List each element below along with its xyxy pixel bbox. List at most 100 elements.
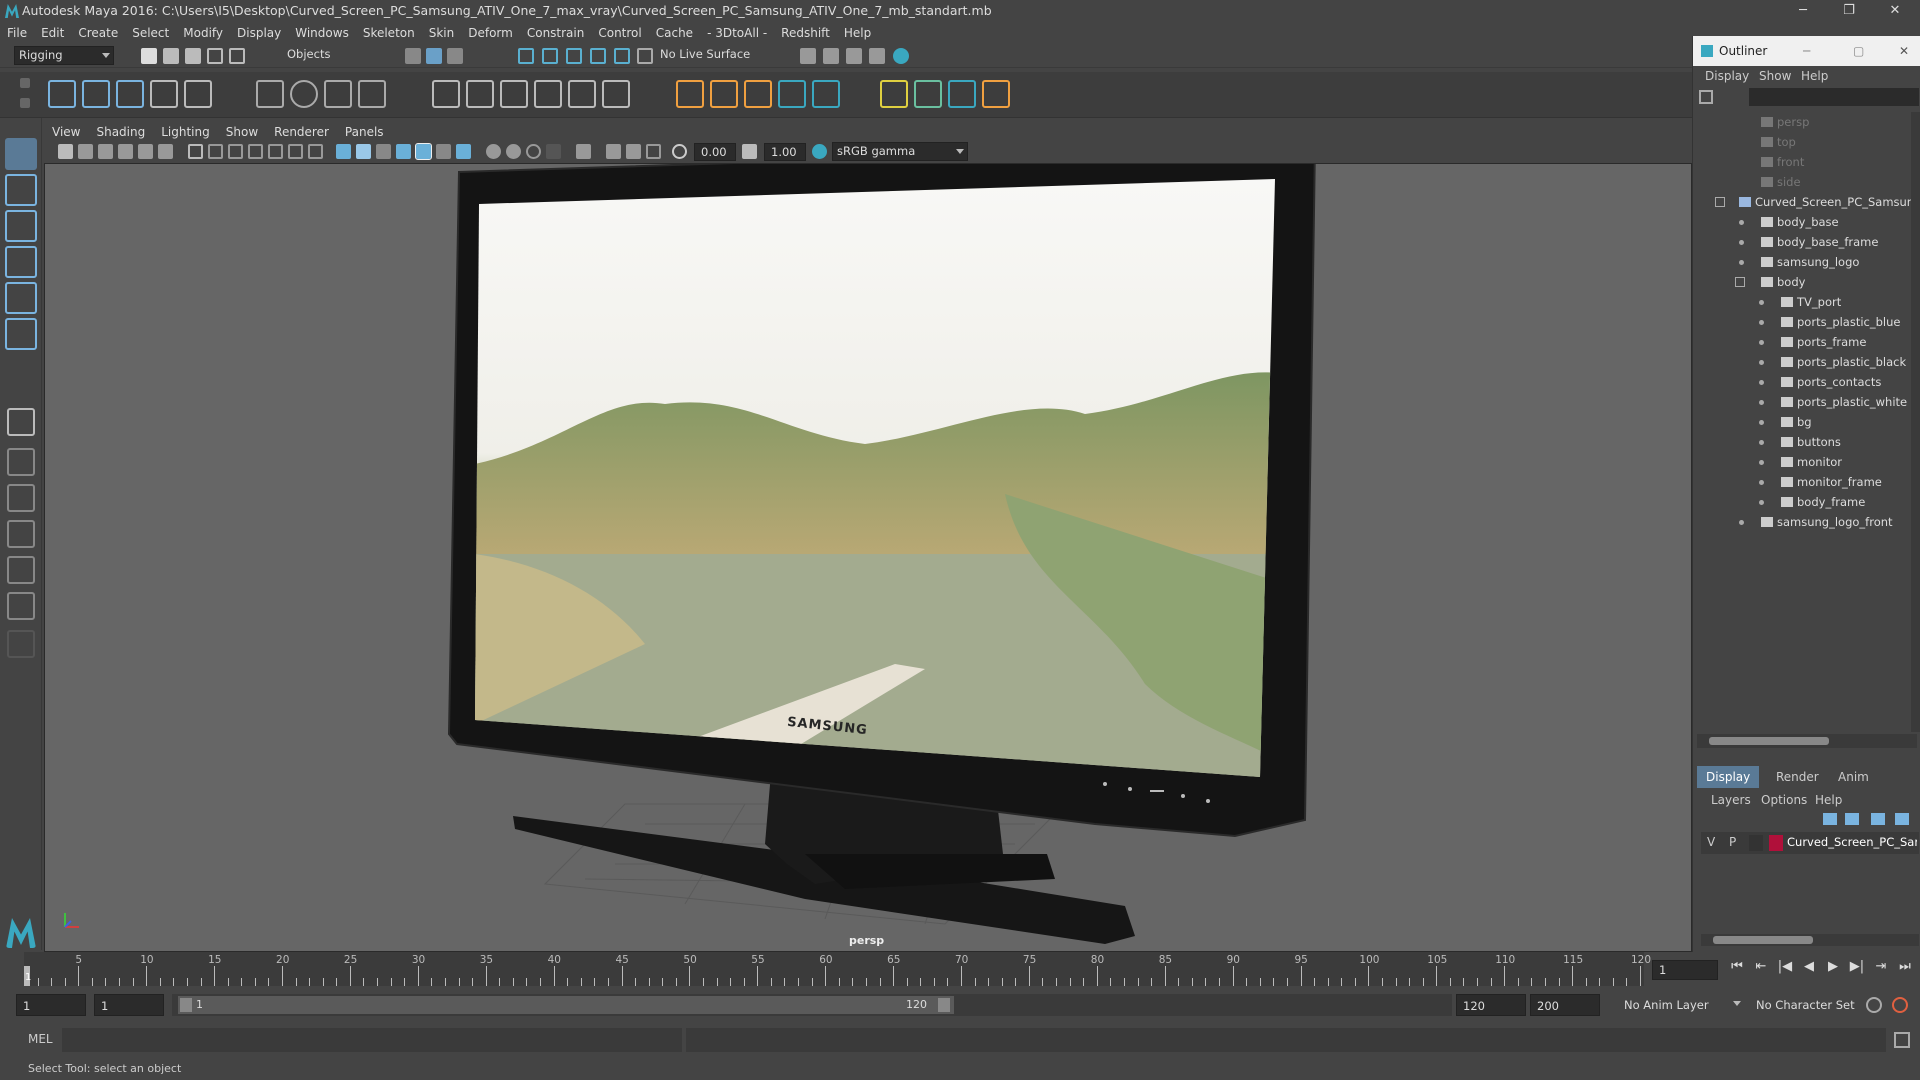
- grid-icon[interactable]: [188, 144, 203, 159]
- gate-mask-icon[interactable]: [248, 144, 263, 159]
- snap-view-icon[interactable]: [590, 48, 606, 64]
- outliner-item[interactable]: persp: [1701, 112, 1909, 132]
- single-perspective-layout-icon[interactable]: [7, 408, 35, 436]
- outliner-item[interactable]: ports_plastic_white: [1701, 392, 1909, 412]
- cluster-handle-icon[interactable]: [710, 80, 738, 108]
- layers-menu-options[interactable]: Options: [1761, 790, 1807, 810]
- snap-point-icon[interactable]: [566, 48, 582, 64]
- outliner-close-button[interactable]: ✕: [1899, 36, 1909, 66]
- go-to-start-button[interactable]: ⏮: [1728, 958, 1746, 976]
- wire-deformer-icon[interactable]: [982, 80, 1010, 108]
- step-back-key-button[interactable]: ⇤: [1752, 958, 1770, 976]
- start-time-field[interactable]: 1: [16, 994, 86, 1016]
- collapse-toggle-icon[interactable]: [1735, 277, 1745, 287]
- resolution-gate-icon[interactable]: [228, 144, 243, 159]
- outliner-item[interactable]: Curved_Screen_PC_Samsung_: [1701, 192, 1920, 212]
- outliner-menu-help[interactable]: Help: [1801, 66, 1828, 86]
- step-back-frame-button[interactable]: |◀: [1776, 958, 1794, 976]
- layer-move-down-icon[interactable]: [1845, 813, 1859, 825]
- snap-grid-icon[interactable]: [518, 48, 534, 64]
- shelf-settings-icon[interactable]: [20, 98, 30, 108]
- menu-select[interactable]: Select: [125, 22, 176, 44]
- outliner-item[interactable]: ports_plastic_blue: [1701, 312, 1909, 332]
- backface-culling-icon[interactable]: [646, 144, 661, 159]
- snap-curve-icon[interactable]: [542, 48, 558, 64]
- maya-shelf-logo-icon[interactable]: [948, 80, 976, 108]
- collapse-toggle-icon[interactable]: [1715, 197, 1725, 207]
- orient-constraint-icon[interactable]: [500, 80, 528, 108]
- move-tool-icon[interactable]: [5, 246, 37, 278]
- select-tool-icon[interactable]: [5, 138, 37, 170]
- exposure-field[interactable]: 0.00: [694, 143, 736, 161]
- render-frame-icon[interactable]: [823, 48, 839, 64]
- lattice-icon[interactable]: [324, 80, 352, 108]
- menu-deform[interactable]: Deform: [461, 22, 520, 44]
- parent-constraint-icon[interactable]: [568, 80, 596, 108]
- playback-end-field[interactable]: 120: [1456, 994, 1526, 1016]
- tab-display[interactable]: Display: [1697, 766, 1760, 788]
- outliner-item[interactable]: samsung_logo_front: [1701, 512, 1909, 532]
- outliner-filter-icon[interactable]: [1699, 90, 1713, 104]
- maximize-button[interactable]: ❐: [1826, 0, 1872, 22]
- outliner-item[interactable]: body: [1701, 272, 1909, 292]
- animation-preferences-icon[interactable]: [1892, 997, 1908, 1013]
- layer-display-type-toggle[interactable]: [1749, 835, 1763, 851]
- tab-render[interactable]: Render: [1767, 766, 1828, 788]
- current-frame-field[interactable]: 1: [1652, 960, 1718, 980]
- layer-move-up-icon[interactable]: [1823, 813, 1837, 825]
- outliner-item[interactable]: bg: [1701, 412, 1909, 432]
- panel-menu-show[interactable]: Show: [218, 122, 266, 142]
- paint-select-tool-icon[interactable]: [5, 210, 37, 242]
- magnet-icon[interactable]: [637, 48, 653, 64]
- select-hierarchy-icon[interactable]: [405, 48, 421, 64]
- panel-menu-shading[interactable]: Shading: [88, 122, 153, 142]
- menu-file[interactable]: File: [0, 22, 34, 44]
- hik-character-icon[interactable]: [778, 80, 806, 108]
- outliner-item[interactable]: body_base: [1701, 212, 1909, 232]
- save-scene-icon[interactable]: [185, 48, 201, 64]
- mirror-joint-icon[interactable]: [150, 80, 178, 108]
- outliner-item[interactable]: monitor_frame: [1701, 472, 1909, 492]
- new-layer-selected-icon[interactable]: [1895, 813, 1909, 825]
- layout-menu-icon[interactable]: [7, 630, 35, 658]
- render-view-icon[interactable]: [869, 48, 885, 64]
- screen-space-ao-icon[interactable]: [456, 144, 471, 159]
- textured-icon[interactable]: [396, 144, 411, 159]
- aim-constraint-icon[interactable]: [466, 80, 494, 108]
- bookmarks-icon[interactable]: [98, 144, 113, 159]
- cluster-icon[interactable]: [358, 80, 386, 108]
- scale-constraint-icon[interactable]: [534, 80, 562, 108]
- live-surface-field[interactable]: No Live Surface: [656, 46, 766, 65]
- persp-trax-layout-icon[interactable]: [7, 592, 35, 620]
- ik-spline-icon[interactable]: [116, 80, 144, 108]
- outliner-item[interactable]: ports_contacts: [1701, 372, 1909, 392]
- layer-color-swatch[interactable]: [1769, 835, 1783, 851]
- scale-tool-icon[interactable]: [5, 318, 37, 350]
- color-management-icon[interactable]: [812, 144, 827, 159]
- menu-create[interactable]: Create: [71, 22, 125, 44]
- wireframe-on-shaded-icon[interactable]: [376, 144, 391, 159]
- new-layer-icon[interactable]: [1871, 813, 1885, 825]
- field-chart-icon[interactable]: [268, 144, 283, 159]
- safe-title-icon[interactable]: [308, 144, 323, 159]
- outliner-scroll-thumb[interactable]: [1709, 737, 1829, 745]
- xray-joints-icon[interactable]: [606, 144, 621, 159]
- layer-playback-toggle[interactable]: P: [1729, 835, 1736, 849]
- playback-start-field[interactable]: 1: [94, 994, 164, 1016]
- menu-control[interactable]: Control: [591, 22, 648, 44]
- range-bar[interactable]: 1 120: [178, 996, 954, 1014]
- outliner-item[interactable]: ports_frame: [1701, 332, 1909, 352]
- range-track[interactable]: 1 120: [172, 994, 1452, 1016]
- outliner-item[interactable]: top: [1701, 132, 1909, 152]
- outliner-item[interactable]: body_frame: [1701, 492, 1909, 512]
- panel-menu-panels[interactable]: Panels: [337, 122, 392, 142]
- mode-selector[interactable]: Rigging: [14, 46, 114, 65]
- locator-icon[interactable]: [676, 80, 704, 108]
- outliner-menu-show[interactable]: Show: [1759, 66, 1791, 86]
- menu-modify[interactable]: Modify: [176, 22, 230, 44]
- layer-horizontal-scrollbar[interactable]: [1701, 934, 1919, 946]
- blend-shape-icon[interactable]: [914, 80, 942, 108]
- rotate-tool-icon[interactable]: [5, 282, 37, 314]
- gamma-field[interactable]: 1.00: [764, 143, 806, 161]
- hypershade-icon[interactable]: [893, 48, 909, 64]
